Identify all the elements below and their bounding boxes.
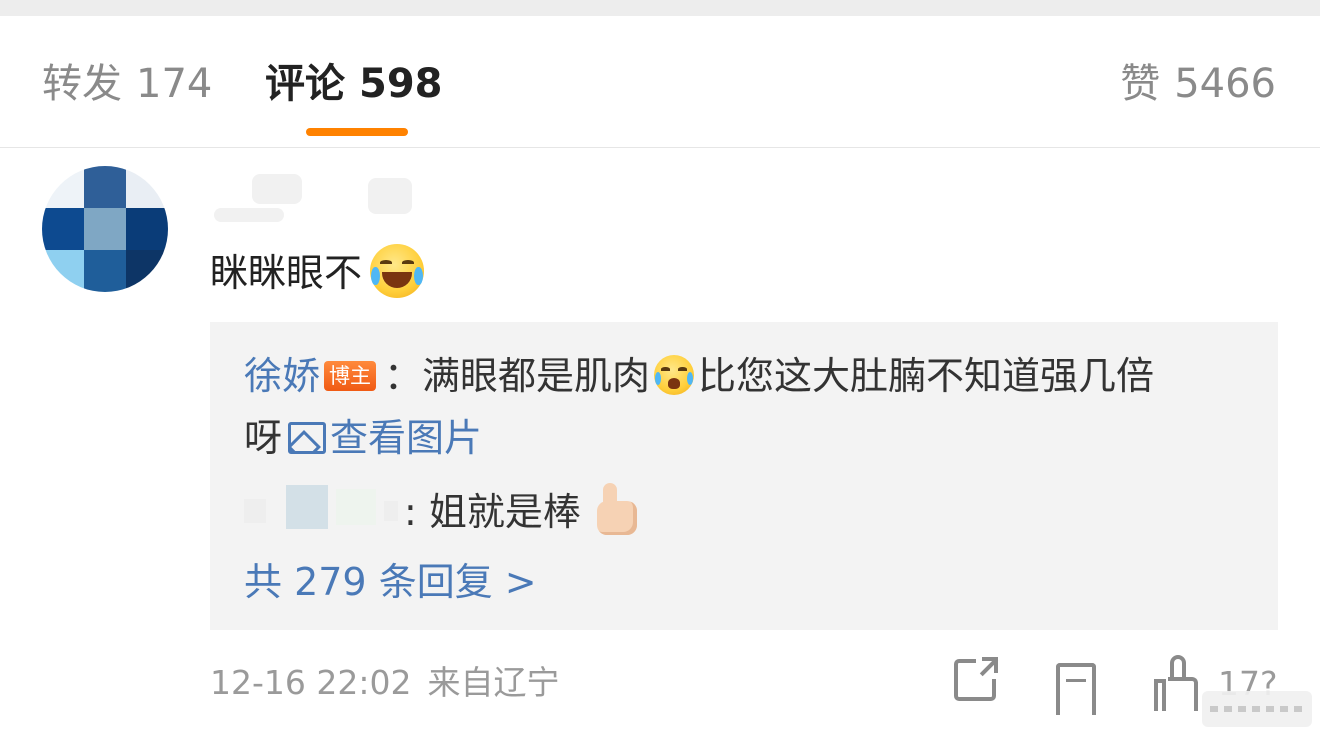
- comment-location: 来自辽宁: [427, 663, 560, 702]
- author-reply-text-3: 呀: [244, 416, 283, 460]
- tab-repost-label: 转发: [42, 61, 122, 107]
- reply-icon[interactable]: [1056, 663, 1096, 715]
- avatar[interactable]: [42, 166, 168, 292]
- tab-repost-count: 174: [136, 61, 213, 107]
- tab-likes-label: 赞: [1120, 61, 1161, 107]
- author-reply-continued: 呀 查看图片: [244, 408, 482, 468]
- watermark: [1202, 691, 1312, 727]
- blogger-badge: 博主: [324, 361, 377, 391]
- tab-comments-label: 评论: [265, 61, 345, 107]
- tab-comments[interactable]: 评论 598: [265, 58, 443, 110]
- top-strip: [0, 0, 1320, 16]
- comment-item: 眯眯眼不 徐娇 博主 ：满眼都是肌肉 比您这大肚腩不知道强几倍 呀 查看图片 : 姐就是…: [0, 148, 1320, 741]
- author-reply-text-1: ：满眼都是肌肉: [384, 354, 651, 398]
- author-reply: 徐娇 博主 ：满眼都是肌肉 比您这大肚腩不知道强几倍: [244, 346, 1154, 406]
- reply-username-redacted[interactable]: [244, 485, 404, 533]
- tab-likes[interactable]: 赞 5466: [1120, 58, 1276, 110]
- username-redacted[interactable]: [212, 168, 422, 228]
- laugh-cry-emoji-icon: [370, 244, 425, 298]
- comment-actions: 17?: [940, 653, 1312, 733]
- comment-tabs: 转发 174 评论 598 赞 5466: [0, 16, 1320, 148]
- comment-text: 眯眯眼不: [210, 243, 425, 303]
- tab-likes-count: 5466: [1174, 61, 1276, 107]
- crying-emoji-icon: [654, 355, 695, 395]
- active-tab-indicator: [306, 128, 408, 136]
- reply-author-link[interactable]: 徐娇: [244, 354, 320, 398]
- tab-comments-count: 598: [359, 61, 443, 107]
- like-icon[interactable]: [1154, 655, 1200, 713]
- author-reply-text-2: 比您这大肚腩不知道强几倍: [698, 354, 1155, 398]
- thumbs-up-emoji-icon: [587, 483, 641, 537]
- second-reply-text: : 姐就是棒: [404, 490, 581, 534]
- comment-date: 12-16 22:02: [210, 663, 412, 702]
- second-reply: : 姐就是棒: [244, 482, 641, 542]
- view-image-link[interactable]: 查看图片: [282, 416, 482, 460]
- comment-body: 眯眯眼不: [210, 251, 363, 295]
- reply-box: 徐娇 博主 ：满眼都是肌肉 比您这大肚腩不知道强几倍 呀 查看图片 : 姐就是棒 共 2…: [210, 322, 1278, 630]
- image-icon: [288, 422, 327, 454]
- share-icon[interactable]: [954, 655, 1000, 701]
- more-replies-link[interactable]: 共 279 条回复 >: [244, 552, 537, 612]
- view-image-label: 查看图片: [330, 416, 483, 460]
- comment-meta: 12-16 22:02 来自辽宁: [210, 658, 559, 708]
- tab-repost[interactable]: 转发 174: [42, 58, 212, 110]
